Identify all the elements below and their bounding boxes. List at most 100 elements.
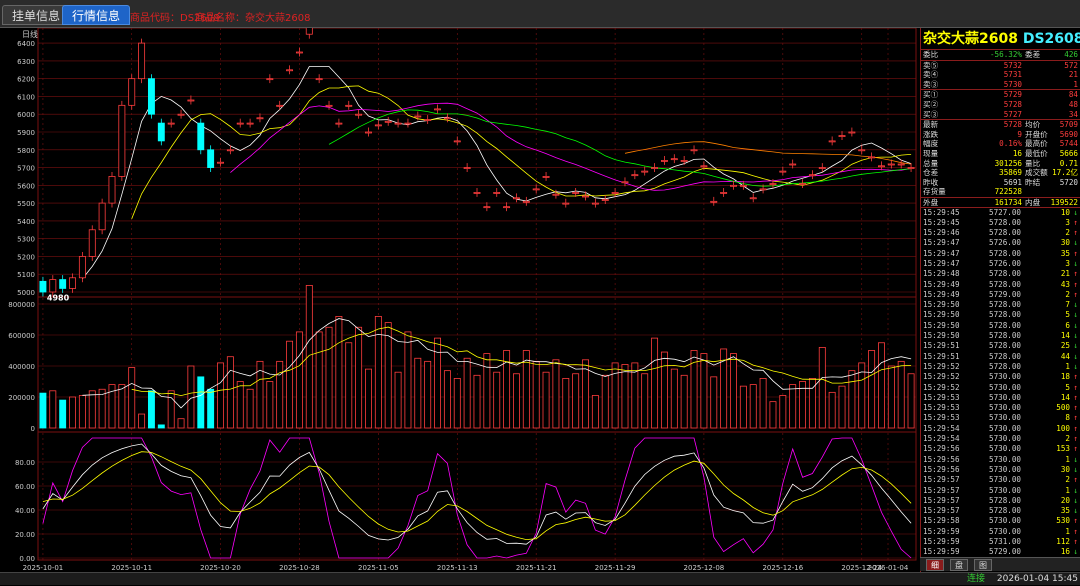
- candle-body: [217, 161, 224, 164]
- tick-row[interactable]: 15:29:50 5728.00 5 ↓: [921, 310, 1080, 320]
- tick-volume: 112: [1056, 537, 1070, 546]
- candle-body: [858, 149, 866, 152]
- tick-row[interactable]: 15:29:47 5726.00 30 ↓: [921, 238, 1080, 248]
- tick-row[interactable]: 15:29:52 5730.00 18 ↑: [921, 372, 1080, 382]
- candle-body: [907, 167, 915, 169]
- tick-row[interactable]: 15:29:47 5726.00 3 ↓: [921, 259, 1080, 269]
- price-tick-label: 6300: [17, 58, 35, 66]
- candle-body: [266, 78, 274, 81]
- row-value: 301256: [994, 158, 1022, 168]
- volume-bar: [631, 362, 639, 429]
- candle-body: [897, 163, 905, 166]
- tick-row[interactable]: 15:29:50 5728.00 7 ↓: [921, 300, 1080, 310]
- tick-row[interactable]: 15:29:52 5730.00 5 ↑: [921, 383, 1080, 393]
- tick-row[interactable]: 15:29:56 5730.00 153 ↑: [921, 444, 1080, 454]
- row-label: 卖④: [923, 70, 939, 80]
- tick-volume: 43: [1060, 279, 1070, 289]
- tick-row[interactable]: 15:29:51 5728.00 44 ↓: [921, 352, 1080, 362]
- price-tick-label: 6100: [17, 93, 35, 101]
- tick-row[interactable]: 15:29:53 5730.00 8 ↑: [921, 413, 1080, 423]
- volume-bar: [374, 315, 382, 429]
- tick-row[interactable]: 15:29:59 5730.00 1 ↑: [921, 527, 1080, 537]
- tick-row[interactable]: 15:29:57 5728.00 35 ↓: [921, 506, 1080, 516]
- candle-body: [39, 280, 47, 293]
- tick-volume: 14: [1060, 392, 1070, 402]
- candle-body: [710, 200, 718, 203]
- tick-row[interactable]: 15:29:45 5728.00 3 ↑: [921, 218, 1080, 228]
- volume-bar: [641, 373, 649, 429]
- tick-row[interactable]: 15:29:53 5730.00 14 ↑: [921, 393, 1080, 403]
- tick-price: 5728.00: [989, 506, 1022, 516]
- tick-time: 15:29:49: [923, 289, 960, 299]
- panel-tab-detail[interactable]: 细: [926, 559, 944, 571]
- tick-row[interactable]: 15:29:50 5728.00 6 ↓: [921, 321, 1080, 331]
- volume-bar: [394, 371, 402, 429]
- candle-body: [59, 279, 67, 289]
- volume-bar: [710, 376, 718, 429]
- row-value-2: 0.71: [1059, 158, 1078, 168]
- panel-tab-chart[interactable]: 图: [974, 559, 992, 571]
- candle-body: [532, 188, 540, 191]
- volume-bar: [335, 315, 343, 429]
- tick-row[interactable]: 15:29:57 5730.00 2 ↑: [921, 475, 1080, 485]
- tick-volume: 18: [1060, 372, 1070, 382]
- tick-row[interactable]: 15:29:54 5730.00 100 ↑: [921, 424, 1080, 434]
- candle-body: [157, 122, 165, 142]
- tick-volume: 35: [1060, 506, 1070, 516]
- row-label-2: 昨结: [1025, 177, 1041, 187]
- tick-row[interactable]: 15:29:48 5728.00 21 ↑: [921, 269, 1080, 279]
- tick-row[interactable]: 15:29:53 5730.00 500 ↑: [921, 403, 1080, 413]
- tick-row[interactable]: 15:29:54 5730.00 2 ↑: [921, 434, 1080, 444]
- price-tick-label: 6400: [17, 40, 35, 48]
- tick-row[interactable]: 15:29:59 5731.00 112 ↑: [921, 537, 1080, 547]
- volume-bar: [355, 326, 363, 429]
- tab-order-info[interactable]: 挂单信息: [2, 5, 71, 25]
- tick-direction-icon: ↑: [1073, 526, 1078, 536]
- tick-row[interactable]: 15:29:57 5730.00 1 ↓: [921, 486, 1080, 496]
- tick-direction-icon: ↑: [1073, 248, 1078, 258]
- tick-row[interactable]: 15:29:45 5727.00 10 ↓: [921, 208, 1080, 218]
- stats-row: 幅度 0.16% 最高价 5744: [921, 139, 1080, 149]
- tick-row[interactable]: 15:29:49 5729.00 2 ↑: [921, 290, 1080, 300]
- tick-row[interactable]: 15:29:47 5728.00 35 ↑: [921, 249, 1080, 259]
- tick-price: 5730.00: [989, 526, 1022, 536]
- candle-body: [473, 192, 481, 194]
- kline-chart[interactable]: 日线 6400 6300 6200 6100 6000 5900 5800 5700 5600 5…: [0, 28, 920, 573]
- volume-bar: [562, 377, 570, 429]
- tick-row[interactable]: 15:29:57 5728.00 20 ↓: [921, 496, 1080, 506]
- candle-body: [335, 122, 343, 125]
- tick-row[interactable]: 15:29:50 5728.00 14 ↓: [921, 331, 1080, 341]
- volume-bar: [818, 346, 826, 429]
- tick-direction-icon: ↑: [1073, 382, 1078, 392]
- tick-row[interactable]: 15:29:58 5730.00 530 ↑: [921, 516, 1080, 526]
- volume-bar: [197, 376, 205, 429]
- tick-price: 5730.00: [989, 434, 1022, 444]
- tick-time: 15:29:57: [923, 506, 960, 516]
- connection-status: 连接: [966, 574, 985, 584]
- tick-row[interactable]: 15:29:46 5728.00 2 ↑: [921, 228, 1080, 238]
- tick-row[interactable]: 15:29:56 5730.00 30 ↓: [921, 465, 1080, 475]
- tab-quote-info[interactable]: 行情信息: [62, 5, 131, 25]
- candle-body: [848, 131, 856, 134]
- candle-body: [690, 149, 698, 152]
- volume-bar: [207, 388, 215, 429]
- tick-direction-icon: ↓: [1073, 238, 1078, 248]
- candle-body: [463, 167, 471, 169]
- volume-bar: [759, 377, 767, 429]
- tick-row[interactable]: 15:29:49 5728.00 43 ↑: [921, 280, 1080, 290]
- tick-direction-icon: ↑: [1073, 434, 1078, 444]
- row-value: 5731: [1003, 70, 1022, 80]
- tick-direction-icon: ↑: [1073, 372, 1078, 382]
- volume-bar: [177, 418, 185, 429]
- period-label: 日线: [22, 29, 38, 39]
- tick-list[interactable]: 15:29:45 5727.00 10 ↓ 15:29:45 5728.00 3 ↑ 15:29…: [921, 206, 1080, 558]
- tick-row[interactable]: 15:29:51 5728.00 25 ↓: [921, 341, 1080, 351]
- row-label-2: 最低价: [1025, 148, 1048, 158]
- date-tick-label: 2025-10-28: [279, 564, 320, 572]
- row-value: 5691: [1003, 177, 1022, 187]
- tick-direction-icon: ↑: [1073, 228, 1078, 238]
- tick-row[interactable]: 15:29:56 5730.00 1 ↓: [921, 455, 1080, 465]
- panel-tab-depth[interactable]: 盘: [950, 559, 968, 571]
- tick-row[interactable]: 15:29:52 5728.00 1 ↓: [921, 362, 1080, 372]
- tick-direction-icon: ↓: [1073, 258, 1078, 268]
